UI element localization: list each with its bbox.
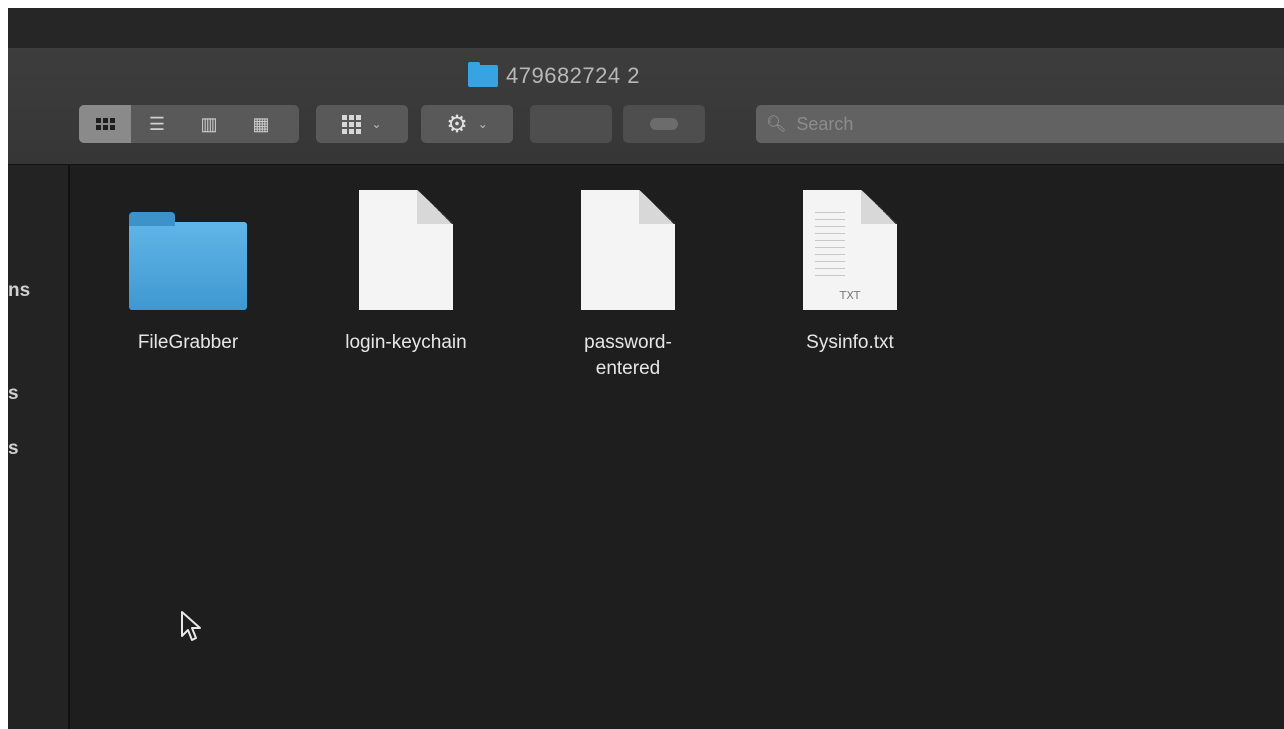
search-icon: 🔍︎ bbox=[766, 116, 787, 133]
grid-group-icon bbox=[342, 114, 362, 134]
text-document-icon: TXT bbox=[803, 180, 897, 310]
mouse-cursor-icon bbox=[181, 611, 201, 641]
file-name: password-entered bbox=[584, 332, 672, 379]
search-field[interactable]: 🔍︎ bbox=[756, 105, 1284, 143]
window-title: 479682724 2 bbox=[468, 62, 640, 89]
list-view-button[interactable]: ☰ bbox=[131, 105, 183, 143]
window-title-text: 479682724 2 bbox=[506, 63, 640, 88]
share-button[interactable] bbox=[530, 105, 612, 143]
folder-icon bbox=[129, 180, 247, 310]
sidebar-item[interactable]: s bbox=[8, 438, 19, 460]
icon-view-icon bbox=[95, 118, 115, 130]
chevron-down-icon: ⌄ bbox=[477, 117, 488, 131]
view-mode-segmented-control: ☰ ▥ ▦ bbox=[79, 105, 299, 143]
tag-icon bbox=[650, 118, 678, 130]
file-extension-label: TXT bbox=[839, 289, 861, 302]
list-view-icon: ☰ bbox=[148, 113, 166, 134]
file-browser: FileGrabber login-keychain password-ente… bbox=[70, 165, 1284, 729]
gear-icon: ⚙ bbox=[446, 110, 468, 138]
menu-bar bbox=[8, 8, 1284, 49]
group-by-button[interactable]: ⌄ bbox=[316, 105, 408, 143]
file-name: FileGrabber bbox=[137, 332, 239, 353]
chevron-down-icon: ⌄ bbox=[371, 117, 382, 131]
file-name: login-keychain bbox=[345, 332, 467, 353]
search-input[interactable] bbox=[794, 112, 1199, 136]
tag-button[interactable] bbox=[623, 105, 705, 143]
sidebar-item[interactable]: ns bbox=[8, 280, 30, 302]
sidebar-item[interactable]: s bbox=[8, 383, 19, 405]
file-item-sysinfo[interactable]: TXT Sysinfo.txt bbox=[760, 180, 940, 356]
title-bar: 479682724 2 ☰ ▥ ▦ ⌄ ⚙ ⌄ 🔍︎ Search bbox=[8, 48, 1284, 165]
sidebar: ns s s bbox=[8, 165, 70, 729]
column-view-icon: ▥ bbox=[200, 113, 218, 134]
finder-window: 479682724 2 ☰ ▥ ▦ ⌄ ⚙ ⌄ 🔍︎ Search ns s s… bbox=[8, 8, 1284, 729]
file-item-filegrabber[interactable]: FileGrabber bbox=[98, 180, 278, 356]
file-name: Sysinfo.txt bbox=[806, 332, 894, 353]
file-item-password-entered[interactable]: password-entered bbox=[538, 180, 718, 382]
gallery-view-button[interactable]: ▦ bbox=[235, 105, 287, 143]
gallery-view-icon: ▦ bbox=[252, 113, 270, 134]
file-item-login-keychain[interactable]: login-keychain bbox=[316, 180, 496, 356]
document-icon bbox=[359, 180, 453, 310]
document-icon bbox=[581, 180, 675, 310]
icon-view-button[interactable] bbox=[79, 105, 131, 143]
toolbar: ☰ ▥ ▦ ⌄ ⚙ ⌄ 🔍︎ Search bbox=[8, 105, 1284, 145]
folder-icon bbox=[468, 62, 498, 87]
column-view-button[interactable]: ▥ bbox=[183, 105, 235, 143]
action-menu-button[interactable]: ⚙ ⌄ bbox=[421, 105, 513, 143]
